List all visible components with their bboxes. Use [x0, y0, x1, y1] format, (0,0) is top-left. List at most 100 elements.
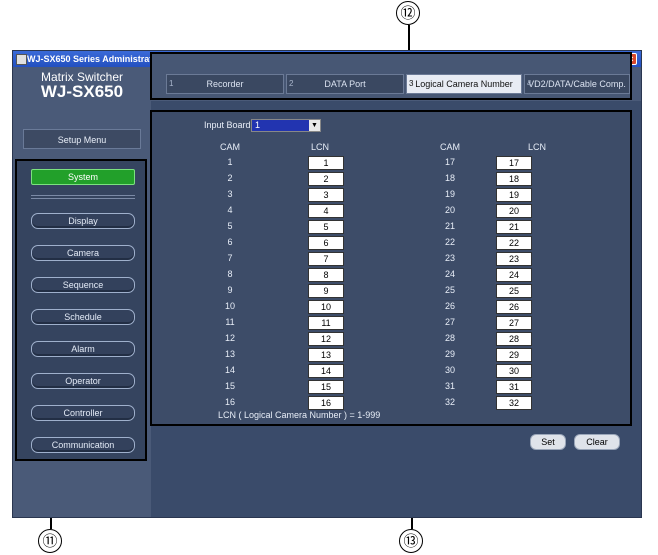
lcn-input[interactable]: 16 [308, 396, 344, 410]
tab-recorder[interactable]: 1 Recorder [166, 74, 284, 94]
camera-number: 29 [444, 349, 455, 359]
lcn-input[interactable]: 25 [496, 284, 532, 298]
lcn-input[interactable]: 24 [496, 268, 532, 282]
lcn-input[interactable]: 18 [496, 172, 532, 186]
lcn-input[interactable]: 31 [496, 380, 532, 394]
tab-number: 1 [169, 79, 174, 88]
camera-number: 25 [444, 285, 455, 295]
camera-number: 5 [227, 221, 233, 231]
lcn-input[interactable]: 30 [496, 364, 532, 378]
setup-menu-label: Setup Menu [23, 129, 141, 149]
set-button[interactable]: Set [530, 434, 566, 450]
menu-alarm-button[interactable]: Alarm [31, 341, 135, 357]
lcn-input[interactable]: 23 [496, 252, 532, 266]
camera-number: 6 [227, 237, 233, 247]
app-icon [16, 54, 27, 65]
logo-line2: WJ-SX650 [40, 82, 124, 101]
callout-12: ⑫ [396, 1, 420, 25]
input-board-label: Input Board [204, 120, 251, 130]
lcn-input[interactable]: 13 [308, 348, 344, 362]
camera-number: 20 [444, 205, 455, 215]
lcn-input[interactable]: 10 [308, 300, 344, 314]
action-bar: Set Clear [150, 428, 628, 458]
camera-number: 19 [444, 189, 455, 199]
tab-number: 2 [289, 79, 294, 88]
lcn-input[interactable]: 21 [496, 220, 532, 234]
tab-label: Recorder [206, 79, 244, 89]
product-logo: Matrix Switcher WJ-SX650 [13, 67, 151, 101]
col-cam-left: CAM [220, 142, 240, 152]
camera-number: 30 [444, 365, 455, 375]
lcn-input[interactable]: 15 [308, 380, 344, 394]
camera-number: 7 [227, 253, 233, 263]
tab-label: Logical Camera Number [415, 79, 513, 89]
camera-number: 8 [227, 269, 233, 279]
camera-number: 32 [444, 397, 455, 407]
lcn-input[interactable]: 17 [496, 156, 532, 170]
setup-menu-list: System Display Camera Sequence Schedule … [15, 159, 147, 461]
input-board-select[interactable]: 1 ▼ [251, 119, 321, 132]
lcn-input[interactable]: 4 [308, 204, 344, 218]
col-cam-right: CAM [440, 142, 460, 152]
camera-number: 10 [224, 301, 235, 311]
lcn-input[interactable]: 19 [496, 188, 532, 202]
lcn-input[interactable]: 28 [496, 332, 532, 346]
menu-controller-button[interactable]: Controller [31, 405, 135, 421]
lcn-input[interactable]: 22 [496, 236, 532, 250]
camera-number: 27 [444, 317, 455, 327]
clear-button[interactable]: Clear [574, 434, 620, 450]
lcn-settings-panel: Input Board 1 ▼ CAM LCN CAM LCN 11223344… [150, 110, 632, 426]
tab-label: DATA Port [324, 79, 366, 89]
lcn-input[interactable]: 7 [308, 252, 344, 266]
menu-system-button[interactable]: System [31, 169, 135, 185]
lcn-input[interactable]: 6 [308, 236, 344, 250]
tab-logical-camera-number[interactable]: 3 Logical Camera Number [406, 74, 522, 94]
col-lcn-right: LCN [528, 142, 547, 152]
camera-number: 16 [224, 397, 235, 407]
camera-number: 11 [225, 317, 235, 327]
lcn-range-note: LCN ( Logical Camera Number ) = 1-999 [218, 410, 381, 420]
menu-communication-button[interactable]: Communication [31, 437, 135, 453]
menu-operator-button[interactable]: Operator [31, 373, 135, 389]
lcn-input[interactable]: 11 [308, 316, 344, 330]
tab-strip: 1 Recorder 2 DATA Port 3 Logical Camera … [150, 52, 632, 100]
lcn-input[interactable]: 2 [308, 172, 344, 186]
lcn-input[interactable]: 3 [308, 188, 344, 202]
tab-vd2-data-cable[interactable]: 4 VD2/DATA/Cable Comp. [524, 74, 630, 94]
lcn-input[interactable]: 20 [496, 204, 532, 218]
tab-data-port[interactable]: 2 DATA Port [286, 74, 404, 94]
lcn-input[interactable]: 12 [308, 332, 344, 346]
camera-number: 26 [444, 301, 455, 311]
tab-label: VD2/DATA/Cable Comp. [528, 79, 626, 89]
camera-number: 12 [224, 333, 235, 343]
camera-number: 3 [227, 189, 233, 199]
col-lcn-left: LCN [311, 142, 330, 152]
lcn-input[interactable]: 29 [496, 348, 532, 362]
chevron-down-icon[interactable]: ▼ [309, 120, 320, 131]
camera-number: 21 [444, 221, 455, 231]
menu-schedule-button[interactable]: Schedule [31, 309, 135, 325]
camera-number: 24 [444, 269, 455, 279]
camera-number: 1 [227, 157, 233, 167]
lcn-input[interactable]: 27 [496, 316, 532, 330]
lcn-input[interactable]: 32 [496, 396, 532, 410]
menu-sequence-button[interactable]: Sequence [31, 277, 135, 293]
camera-number: 14 [224, 365, 235, 375]
lcn-input[interactable]: 9 [308, 284, 344, 298]
lcn-input[interactable]: 5 [308, 220, 344, 234]
menu-divider [31, 198, 135, 199]
input-board-value: 1 [255, 120, 261, 130]
camera-number: 18 [444, 173, 455, 183]
lcn-input[interactable]: 1 [308, 156, 344, 170]
camera-number: 17 [444, 157, 455, 167]
camera-number: 31 [444, 381, 455, 391]
camera-number: 23 [444, 253, 455, 263]
menu-display-button[interactable]: Display [31, 213, 135, 229]
callout-13: ⑬ [399, 529, 423, 553]
callout-11: ⑪ [38, 529, 62, 553]
lcn-input[interactable]: 14 [308, 364, 344, 378]
camera-number: 15 [224, 381, 235, 391]
lcn-input[interactable]: 26 [496, 300, 532, 314]
lcn-input[interactable]: 8 [308, 268, 344, 282]
menu-camera-button[interactable]: Camera [31, 245, 135, 261]
